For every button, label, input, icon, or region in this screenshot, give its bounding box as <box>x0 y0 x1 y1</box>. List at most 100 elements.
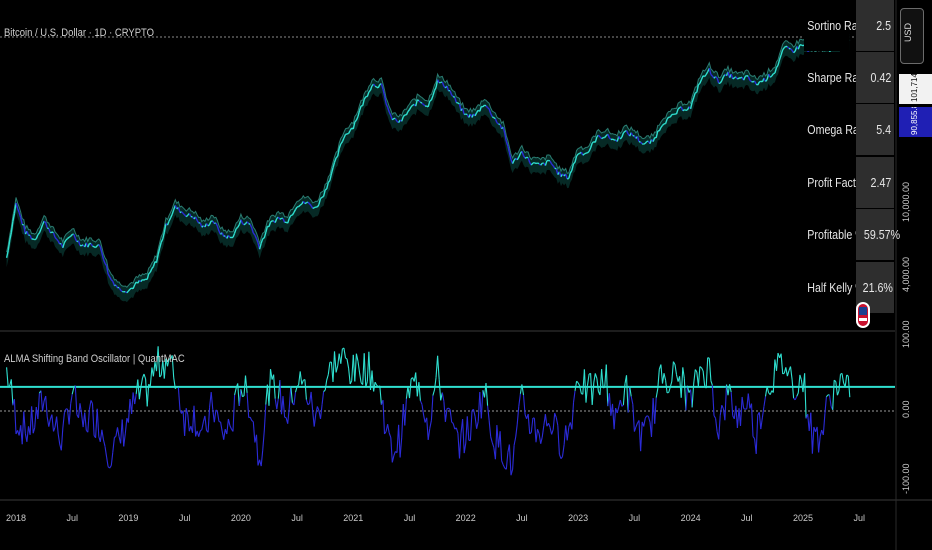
oscillator-segment <box>752 436 756 440</box>
price-segment <box>416 99 420 102</box>
oscillator-segment <box>758 412 762 430</box>
oscillator-segment <box>561 444 565 457</box>
oscillator-segment <box>109 465 112 469</box>
oscillator-segment <box>134 393 137 405</box>
metric-label: Sortino Ratio <box>804 0 869 51</box>
price-segment <box>456 101 459 104</box>
oscillator-segment <box>26 426 30 442</box>
oscillator-segment <box>363 353 367 388</box>
oscillator-segment <box>719 405 723 416</box>
oscillator-segment <box>560 456 563 460</box>
time-axis-label: 2024 <box>681 513 701 523</box>
price-segment <box>612 138 615 141</box>
oscillator-segment <box>472 409 476 417</box>
oscillator-segment <box>654 397 657 424</box>
oscillator-segment <box>216 411 220 422</box>
oscillator-segment <box>390 437 393 463</box>
oscillator-segment <box>327 362 331 375</box>
oscillator-segment <box>340 348 343 364</box>
price-segment <box>21 223 25 226</box>
price-segment <box>243 223 246 226</box>
oscillator-segment <box>832 380 835 410</box>
oscillator-segment <box>51 414 55 432</box>
oscillator-segment <box>838 374 842 392</box>
oscillator-segment <box>476 421 479 429</box>
oscillator-segment <box>324 380 328 391</box>
oscillator-segment <box>811 426 815 454</box>
oscillator-segment <box>836 390 840 396</box>
oscillator-segment <box>536 429 540 434</box>
oscillator-segment <box>137 379 140 400</box>
oscillator-segment <box>21 411 25 445</box>
metric-label: Half Kelly % <box>804 262 865 313</box>
metric-row: Omega Ratio 5.4 <box>804 104 894 156</box>
oscillator-segment <box>393 451 396 456</box>
oscillator-segment <box>730 392 734 416</box>
oscillator-segment <box>743 408 746 410</box>
oscillator-segment <box>304 379 307 400</box>
oscillator-segment <box>399 437 403 458</box>
price-chart-svg[interactable]: 2018 Jul 2019 Jul 2020 Jul 2021 Jul 2022 Jul 2023 J… <box>0 0 932 550</box>
oscillator-segment <box>451 421 454 424</box>
oscillator-segment <box>701 367 704 372</box>
oscillator-segment <box>48 418 51 427</box>
oscillator-segment <box>430 395 434 421</box>
oscillator-segment <box>682 367 685 379</box>
oscillator-segment <box>415 372 418 397</box>
oscillator-segment <box>279 380 283 415</box>
oscillator-segment <box>547 423 551 428</box>
oscillator-segment <box>299 371 303 385</box>
oscillator-segment <box>522 394 526 415</box>
oscillator-segment <box>541 425 545 438</box>
currency-label: USD <box>903 22 913 42</box>
oscillator-segment <box>242 395 245 398</box>
oscillator-segment <box>244 375 248 393</box>
metric-value: 2.5 <box>856 0 894 51</box>
oscillator-segment <box>741 396 745 409</box>
price-segment <box>491 116 495 119</box>
oscillator-segment <box>769 390 773 395</box>
oscillator-segment <box>655 388 659 398</box>
oscillator-segment <box>825 394 829 398</box>
oscillator-segment <box>685 385 688 411</box>
oscillator-segment <box>398 424 401 458</box>
oscillator-segment <box>635 422 639 428</box>
price-segment <box>321 195 324 198</box>
oscillator-segment <box>499 431 503 461</box>
price-segment <box>484 104 487 107</box>
oscillator-segment <box>31 406 34 434</box>
oscillator-segment <box>680 367 684 398</box>
oscillator-segment <box>640 421 643 452</box>
oscillator-segment <box>799 374 802 381</box>
oscillator-segment <box>335 365 339 373</box>
oscillator-segment <box>357 361 361 373</box>
price-segment <box>684 109 687 111</box>
oscillator-segment <box>260 450 264 467</box>
oscillator-segment <box>780 353 784 374</box>
oscillator-segment <box>52 427 56 432</box>
oscillator-segment <box>488 420 492 437</box>
price-segment <box>248 222 251 226</box>
price-segment <box>554 167 557 170</box>
price-segment <box>262 237 265 240</box>
oscillator-segment <box>593 373 596 383</box>
oscillator-segment <box>824 396 827 414</box>
oscillator-segment <box>828 394 832 407</box>
currency-button[interactable]: USD <box>900 8 924 64</box>
oscillator-segment <box>549 427 553 435</box>
oscillator-segment <box>276 398 279 410</box>
oscillator-segment <box>234 387 237 396</box>
oscillator-segment <box>426 417 429 440</box>
oscillator-segment <box>647 416 651 423</box>
oscillator-segment <box>114 435 117 438</box>
oscillator-segment <box>91 403 95 436</box>
oscillator-segment <box>185 408 189 415</box>
price-segment <box>746 74 749 78</box>
price-segment <box>304 202 307 205</box>
price-segment <box>677 107 681 110</box>
oscillator-segment <box>558 454 562 459</box>
oscillator-segment <box>184 408 187 436</box>
oscillator-segment <box>201 421 204 430</box>
oscillator-segment <box>40 390 44 412</box>
oscillator-segment <box>650 398 654 437</box>
